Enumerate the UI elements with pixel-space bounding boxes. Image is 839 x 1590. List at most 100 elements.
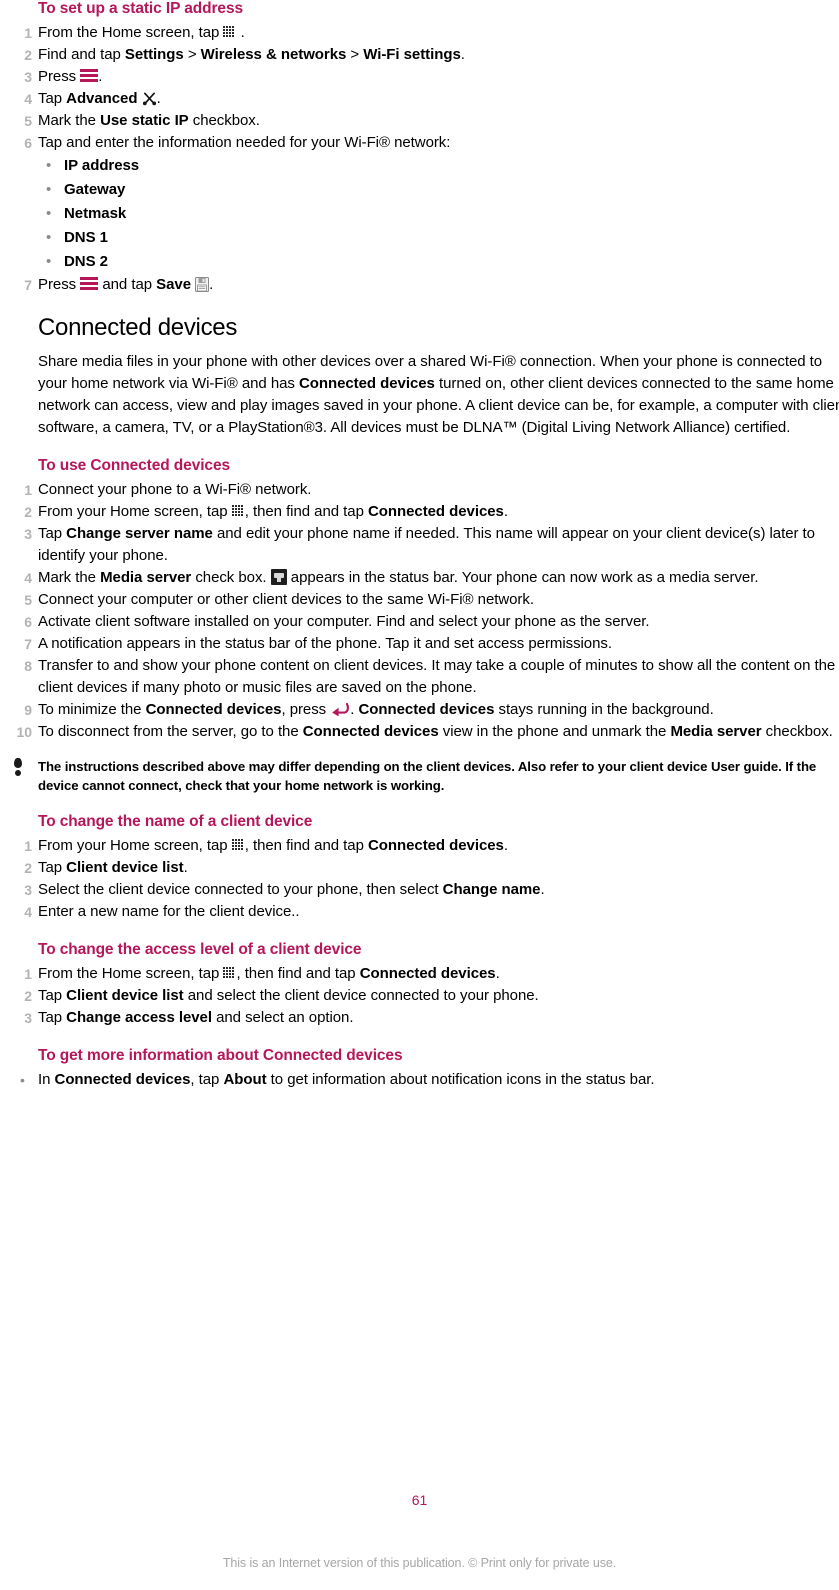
step-text: Tap Change access level and select an op…	[38, 1007, 839, 1029]
steps-use-connected-devices: 1 Connect your phone to a Wi-Fi® network…	[0, 479, 839, 743]
ui-label-use-static-ip: Use static IP	[100, 111, 189, 129]
list-item: 1 From your Home screen, tap , then find…	[0, 835, 839, 857]
step-text-part: .	[350, 701, 359, 719]
list-item: 2 Tap Client device list and select the …	[0, 985, 839, 1007]
step-text-part: Find and tap	[38, 45, 125, 63]
step-number: 4	[24, 90, 32, 107]
step-text: Tap and enter the information needed for…	[38, 133, 451, 151]
list-item: IP address	[38, 154, 839, 178]
list-item: 2 From your Home screen, tap , then find…	[0, 501, 839, 523]
step-text-part: Select the client device connected to yo…	[38, 881, 443, 899]
list-item: 8 Transfer to and show your phone conten…	[0, 655, 839, 699]
step-text: From the Home screen, tap .	[38, 22, 839, 44]
page-number: 61	[411, 1492, 428, 1508]
step-text-part: .	[503, 503, 508, 521]
ui-label-save: Save	[156, 275, 191, 293]
step-text-part: .	[98, 67, 103, 85]
step-number: 2	[24, 46, 32, 63]
bullet-list-more-information: In Connected devices, tap About to get i…	[0, 1069, 839, 1091]
note-text: The instructions described above may dif…	[38, 759, 817, 794]
list-item: 1 From the Home screen, tap , then find …	[0, 963, 839, 985]
step-number: 1	[24, 482, 32, 499]
step-text-part: and select the client device connected t…	[183, 986, 539, 1004]
step-text-part: and select an option.	[211, 1008, 354, 1026]
apps-grid-icon	[231, 505, 245, 518]
step-text-part: , then find and tap	[244, 503, 368, 521]
step-text: Mark the Use static IP checkbox.	[38, 110, 839, 132]
step-text-part: .	[503, 837, 508, 855]
ui-label-wifi-settings: Wi-Fi settings	[363, 45, 461, 63]
note-box: The instructions described above may dif…	[0, 757, 839, 795]
step-text-part: Tap	[38, 1008, 67, 1026]
list-item: 6 Tap and enter the information needed f…	[0, 132, 839, 274]
step-text-part: .	[540, 881, 545, 899]
ui-label-about: About	[223, 1070, 267, 1088]
bullet-text-part: to get information about notification ic…	[266, 1070, 655, 1088]
step-text: Press and tap Save .	[38, 274, 839, 296]
step-number: 3	[24, 526, 32, 543]
step-text-part: To minimize the	[38, 701, 146, 719]
ui-label-wireless-networks: Wireless & networks	[200, 45, 347, 63]
step-number: 2	[24, 860, 32, 877]
ui-label-change-name: Change name	[442, 881, 541, 899]
bullet-text-part: , tap	[190, 1070, 224, 1088]
step-number: 2	[24, 987, 32, 1004]
sub-bullet-list: IP address Gateway Netmask DNS 1 DNS 2	[38, 154, 839, 274]
list-item: 1 Connect your phone to a Wi-Fi® network…	[0, 479, 839, 501]
step-number: 1	[24, 965, 32, 982]
step-text: Tap Advanced .	[38, 88, 839, 110]
step-text: Enter a new name for the client device..	[38, 903, 300, 921]
step-text-part: From the Home screen, tap	[38, 964, 224, 982]
exclamation-icon	[12, 758, 24, 777]
heading-connected-devices: Connected devices	[38, 313, 238, 341]
list-item: Gateway	[38, 178, 839, 202]
step-text-part: .	[236, 23, 245, 41]
step-text: Transfer to and show your phone content …	[38, 657, 836, 697]
step-text-part: Tap	[38, 859, 67, 877]
steps-static-ip: 1 From the Home screen, tap . 2 Find and…	[0, 22, 839, 296]
ui-label-connected-devices: Connected devices	[145, 701, 282, 719]
heading-use-connected-devices: To use Connected devices	[38, 457, 230, 475]
step-number: 9	[24, 702, 32, 719]
ui-label-settings: Settings	[124, 45, 184, 63]
list-item: 10 To disconnect from the server, go to …	[0, 721, 839, 743]
step-number: 5	[24, 592, 32, 609]
back-arrow-icon	[330, 702, 350, 717]
step-text-part: checkbox.	[188, 111, 260, 129]
list-item: In Connected devices, tap About to get i…	[0, 1069, 839, 1091]
step-text: Find and tap Settings > Wireless & netwo…	[38, 44, 839, 66]
step-number: 2	[24, 504, 32, 521]
step-text-part: , press	[281, 701, 331, 719]
list-item: Netmask	[38, 202, 839, 226]
document-page: To set up a static IP address 1 From the…	[0, 0, 839, 1590]
step-text: Connect your phone to a Wi-Fi® network.	[38, 481, 312, 499]
step-text: A notification appears in the status bar…	[38, 635, 612, 653]
list-item: 5 Mark the Use static IP checkbox.	[0, 110, 839, 132]
steps-change-access-level: 1 From the Home screen, tap , then find …	[0, 963, 839, 1029]
list-item: 2 Tap Client device list.	[0, 857, 839, 879]
ui-label-connected-devices: Connected devices	[298, 375, 435, 393]
bullet-text-part: In	[38, 1070, 55, 1088]
ui-label-client-device-list: Client device list	[66, 986, 184, 1004]
steps-change-client-name: 1 From your Home screen, tap , then find…	[0, 835, 839, 923]
step-number: 7	[24, 276, 32, 293]
step-text-part: Tap	[38, 89, 67, 107]
step-number: 10	[16, 724, 33, 741]
step-text-part: .	[156, 89, 161, 107]
step-text: Press .	[38, 66, 839, 88]
list-item: 6 Activate client software installed on …	[0, 611, 839, 633]
menu-icon	[80, 276, 99, 292]
step-text-part: appears in the status bar. Your phone ca…	[286, 569, 759, 587]
step-number: 4	[24, 904, 32, 921]
heading-more-information: To get more information about Connected …	[38, 1046, 403, 1064]
list-item: 3 Select the client device connected to …	[0, 879, 839, 901]
ui-label-client-device-list: Client device list	[66, 859, 184, 877]
step-text-part: stays running in the background.	[494, 701, 714, 719]
ui-label-connected-devices: Connected devices	[367, 503, 504, 521]
step-number: 1	[24, 838, 32, 855]
ui-label-change-access-level: Change access level	[66, 1008, 212, 1026]
